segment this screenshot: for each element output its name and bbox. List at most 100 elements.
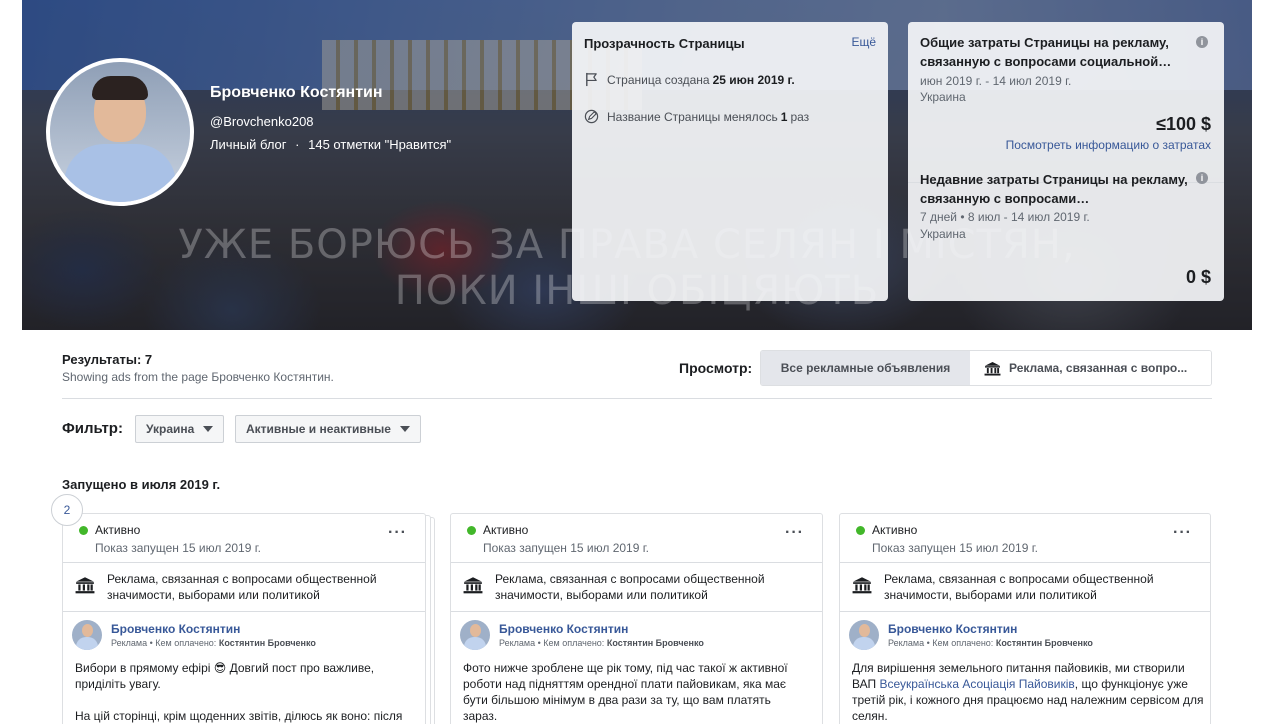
page-likes: 145 отметки "Нравится" bbox=[308, 137, 452, 152]
filter-label: Фильтр: bbox=[62, 420, 123, 437]
ad-start-date: Показ запущен 15 июл 2019 г. bbox=[872, 541, 1038, 555]
ad-divider bbox=[63, 562, 425, 563]
active-status-dot bbox=[467, 525, 476, 535]
government-building-icon bbox=[75, 577, 95, 594]
status-filter-value: Активные и неактивные bbox=[246, 422, 391, 436]
status-filter-dropdown[interactable]: Активные и неактивные bbox=[235, 415, 421, 443]
flag-icon bbox=[586, 72, 597, 87]
ad-status-label: Активно bbox=[95, 523, 141, 537]
recent-spend-period: 7 дней • 8 июл - 14 июл 2019 г. bbox=[920, 210, 1090, 224]
government-building-icon bbox=[852, 577, 872, 594]
launched-group-title: Запущено в июля 2019 г. bbox=[62, 477, 221, 492]
total-spend-title: Общие затраты Страницы на рекламу, связа… bbox=[920, 35, 1172, 69]
name-changes-label: Название Страницы менялось bbox=[607, 109, 778, 124]
paid-by-prefix: Реклама • Кем оплачено: bbox=[499, 638, 605, 648]
page-spending-card: Общие затраты Страницы на рекламу, связа… bbox=[908, 22, 1224, 301]
recent-spend-region: Украина bbox=[920, 227, 966, 241]
ad-stack-count-badge[interactable]: 2 bbox=[51, 494, 83, 526]
page-name[interactable]: Бровченко Костянтин bbox=[210, 84, 383, 102]
government-building-icon bbox=[984, 361, 1001, 376]
recent-spend-title: Недавние затраты Страницы на рекламу, св… bbox=[920, 172, 1188, 206]
ad-body-text: Фото нижче зроблене ще рік тому, під час… bbox=[463, 661, 788, 723]
section-divider bbox=[62, 398, 1212, 399]
caret-down-icon bbox=[399, 426, 410, 432]
page-profile-picture[interactable] bbox=[46, 58, 194, 206]
paid-by-prefix: Реклама • Кем оплачено: bbox=[888, 638, 994, 648]
ad-divider bbox=[840, 562, 1210, 563]
name-changes-suffix: раз bbox=[790, 109, 810, 124]
view-all-ads-button[interactable]: Все рекламные объявления bbox=[761, 351, 970, 385]
government-building-icon bbox=[463, 577, 483, 594]
ad-paid-by: Реклама • Кем оплачено: Костянтин Бровче… bbox=[888, 638, 1093, 648]
page-handle: @Brovchenko208 bbox=[210, 114, 314, 129]
page-name-changes-row: Название Страницы менялось 1 раз bbox=[584, 109, 809, 124]
ad-paid-by: Реклама • Кем оплачено: Костянтин Бровче… bbox=[111, 638, 316, 648]
ad-category: Реклама, связанная с вопросами обществен… bbox=[463, 571, 793, 603]
view-political-ads-button[interactable]: Реклама, связанная с вопро... bbox=[970, 351, 1211, 385]
avatar[interactable] bbox=[849, 620, 879, 650]
paid-by-name: Костянтин Бровченко bbox=[218, 638, 316, 648]
ad-page-name-link[interactable]: Бровченко Костянтин bbox=[888, 622, 1017, 636]
page-transparency-card: Прозрачность Страницы Ещё Страница созда… bbox=[572, 22, 888, 301]
recent-spend-amount: 0 $ bbox=[1185, 267, 1211, 287]
avatar[interactable] bbox=[72, 620, 102, 650]
more-horizontal-icon[interactable]: ··· bbox=[1173, 525, 1192, 541]
total-spend-amount: ≤100 $ bbox=[1156, 114, 1211, 134]
ad-category: Реклама, связанная с вопросами обществен… bbox=[852, 571, 1182, 603]
view-label: Просмотр: bbox=[679, 360, 753, 376]
ad-page-name-link[interactable]: Бровченко Костянтин bbox=[499, 622, 628, 636]
ad-card[interactable]: Активно Показ запущен 15 июл 2019 г. ···… bbox=[62, 513, 426, 724]
association-link[interactable]: Всеукраїнська Асоціація Пайовиків bbox=[879, 677, 1074, 691]
ad-category: Реклама, связанная с вопросами обществен… bbox=[75, 571, 405, 603]
ad-body-text: Для вирішення земельного питання пайовик… bbox=[852, 660, 1204, 724]
caret-down-icon bbox=[203, 426, 214, 432]
ad-divider bbox=[451, 562, 822, 563]
total-spend-period: июн 2019 г. - 14 июл 2019 г. bbox=[920, 74, 1072, 88]
more-horizontal-icon[interactable]: ··· bbox=[388, 525, 407, 541]
page-created-date: 25 июн 2019 г. bbox=[712, 72, 795, 87]
ad-text-paragraph: Вибори в прямому ефірі 😎 Довгий пост про… bbox=[75, 661, 375, 691]
ad-category-label: Реклама, связанная с вопросами обществен… bbox=[107, 572, 377, 602]
total-spend-region: Украина bbox=[920, 90, 966, 104]
ad-status: Активно bbox=[467, 523, 528, 537]
ad-status: Активно bbox=[856, 523, 917, 537]
country-filter-value: Украина bbox=[146, 422, 195, 436]
name-changes-count: 1 bbox=[780, 109, 788, 124]
page-meta: Личный блог · 145 отметки "Нравится" bbox=[210, 137, 451, 152]
ad-divider bbox=[63, 611, 425, 612]
ad-paid-by: Реклама • Кем оплачено: Костянтин Бровче… bbox=[499, 638, 704, 648]
view-political-label: Реклама, связанная с вопро... bbox=[1009, 361, 1188, 375]
results-count: Результаты: 7 bbox=[62, 352, 153, 367]
view-spend-details-link[interactable]: Посмотреть информацию о затратах bbox=[1006, 138, 1211, 152]
ad-category-label: Реклама, связанная с вопросами обществен… bbox=[884, 572, 1154, 602]
meta-separator: · bbox=[295, 137, 300, 152]
ad-status: Активно bbox=[79, 523, 140, 537]
ad-body-text: Вибори в прямому ефірі 😎 Довгий пост про… bbox=[75, 660, 420, 724]
active-status-dot bbox=[856, 525, 865, 535]
ad-card[interactable]: Активно Показ запущен 15 июл 2019 г. ···… bbox=[450, 513, 823, 724]
view-toggle: Все рекламные объявления Реклама, связан… bbox=[760, 350, 1212, 386]
ad-start-date: Показ запущен 15 июл 2019 г. bbox=[95, 541, 261, 555]
country-filter-dropdown[interactable]: Украина bbox=[135, 415, 225, 443]
ad-text-paragraph: На цій сторінці, крім щоденних звітів, д… bbox=[75, 709, 403, 723]
ad-page-name-link[interactable]: Бровченко Костянтин bbox=[111, 622, 240, 636]
edit-icon bbox=[584, 109, 599, 124]
results-subtitle: Showing ads from the page Бровченко Кост… bbox=[62, 370, 334, 384]
ad-category-label: Реклама, связанная с вопросами обществен… bbox=[495, 572, 765, 602]
ad-card[interactable]: Активно Показ запущен 15 июл 2019 г. ···… bbox=[839, 513, 1211, 724]
paid-by-prefix: Реклама • Кем оплачено: bbox=[111, 638, 217, 648]
active-status-dot bbox=[79, 525, 88, 535]
info-icon[interactable]: i bbox=[1196, 172, 1208, 184]
paid-by-name: Костянтин Бровченко bbox=[606, 638, 704, 648]
ad-divider bbox=[840, 611, 1210, 612]
ad-status-label: Активно bbox=[483, 523, 529, 537]
ad-divider bbox=[451, 611, 822, 612]
paid-by-name: Костянтин Бровченко bbox=[995, 638, 1093, 648]
avatar[interactable] bbox=[460, 620, 490, 650]
transparency-more-link[interactable]: Ещё bbox=[851, 35, 876, 49]
page-created-row: Страница создана 25 июн 2019 г. bbox=[584, 72, 798, 87]
info-icon[interactable]: i bbox=[1196, 36, 1208, 48]
more-horizontal-icon[interactable]: ··· bbox=[785, 525, 804, 541]
ad-start-date: Показ запущен 15 июл 2019 г. bbox=[483, 541, 649, 555]
ad-status-label: Активно bbox=[872, 523, 918, 537]
